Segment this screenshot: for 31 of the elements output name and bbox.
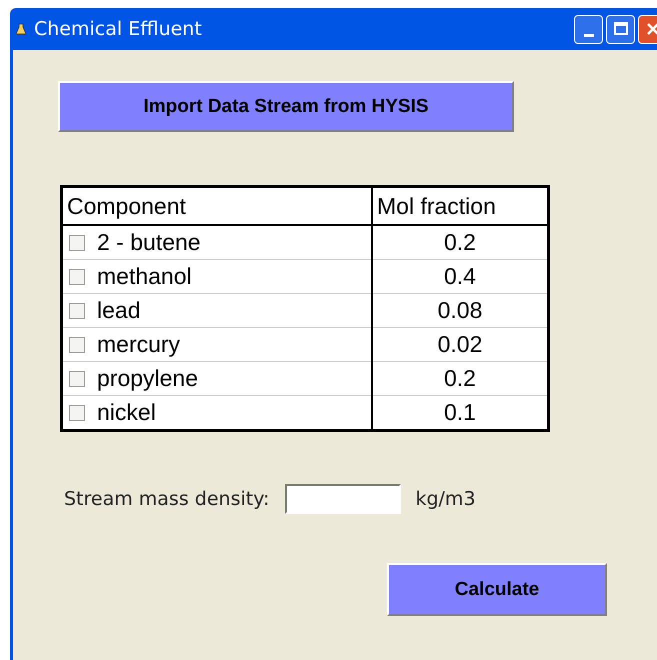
- mol-fraction-cell: 0.2: [372, 225, 548, 260]
- component-name: propylene: [97, 365, 198, 392]
- checkbox[interactable]: [69, 268, 85, 284]
- window-title: Chemical Effluent: [34, 18, 202, 40]
- checkbox[interactable]: [69, 404, 85, 420]
- calculate-button[interactable]: Calculate: [387, 563, 607, 616]
- component-name: nickel: [97, 399, 156, 426]
- checkbox[interactable]: [69, 370, 85, 386]
- maximize-button[interactable]: [606, 14, 635, 44]
- mol-fraction-cell: 0.1: [372, 396, 548, 430]
- app-icon: [16, 23, 26, 35]
- minimize-icon: [584, 34, 594, 36]
- mol-fraction-cell: 0.4: [372, 260, 548, 294]
- component-name: methanol: [97, 263, 192, 290]
- unit-label: kg/m3: [415, 488, 476, 510]
- minimize-button[interactable]: [574, 14, 603, 44]
- checkbox[interactable]: [69, 234, 85, 250]
- checkbox[interactable]: [69, 336, 85, 352]
- density-label: Stream mass density:: [64, 488, 270, 510]
- component-name: 2 - butene: [97, 229, 201, 256]
- checkbox[interactable]: [69, 302, 85, 318]
- mol-fraction-cell: 0.08: [372, 294, 548, 328]
- density-input[interactable]: [285, 484, 402, 514]
- column-header: Component: [62, 186, 372, 225]
- import-button[interactable]: Import Data Stream from HYSIS: [58, 81, 514, 132]
- maximize-icon: [612, 21, 628, 37]
- close-icon: [644, 21, 657, 37]
- component-name: lead: [97, 297, 140, 324]
- mol-fraction-cell: 0.2: [372, 362, 548, 396]
- component-name: mercury: [97, 331, 180, 358]
- mol-fraction-cell: 0.02: [372, 328, 548, 362]
